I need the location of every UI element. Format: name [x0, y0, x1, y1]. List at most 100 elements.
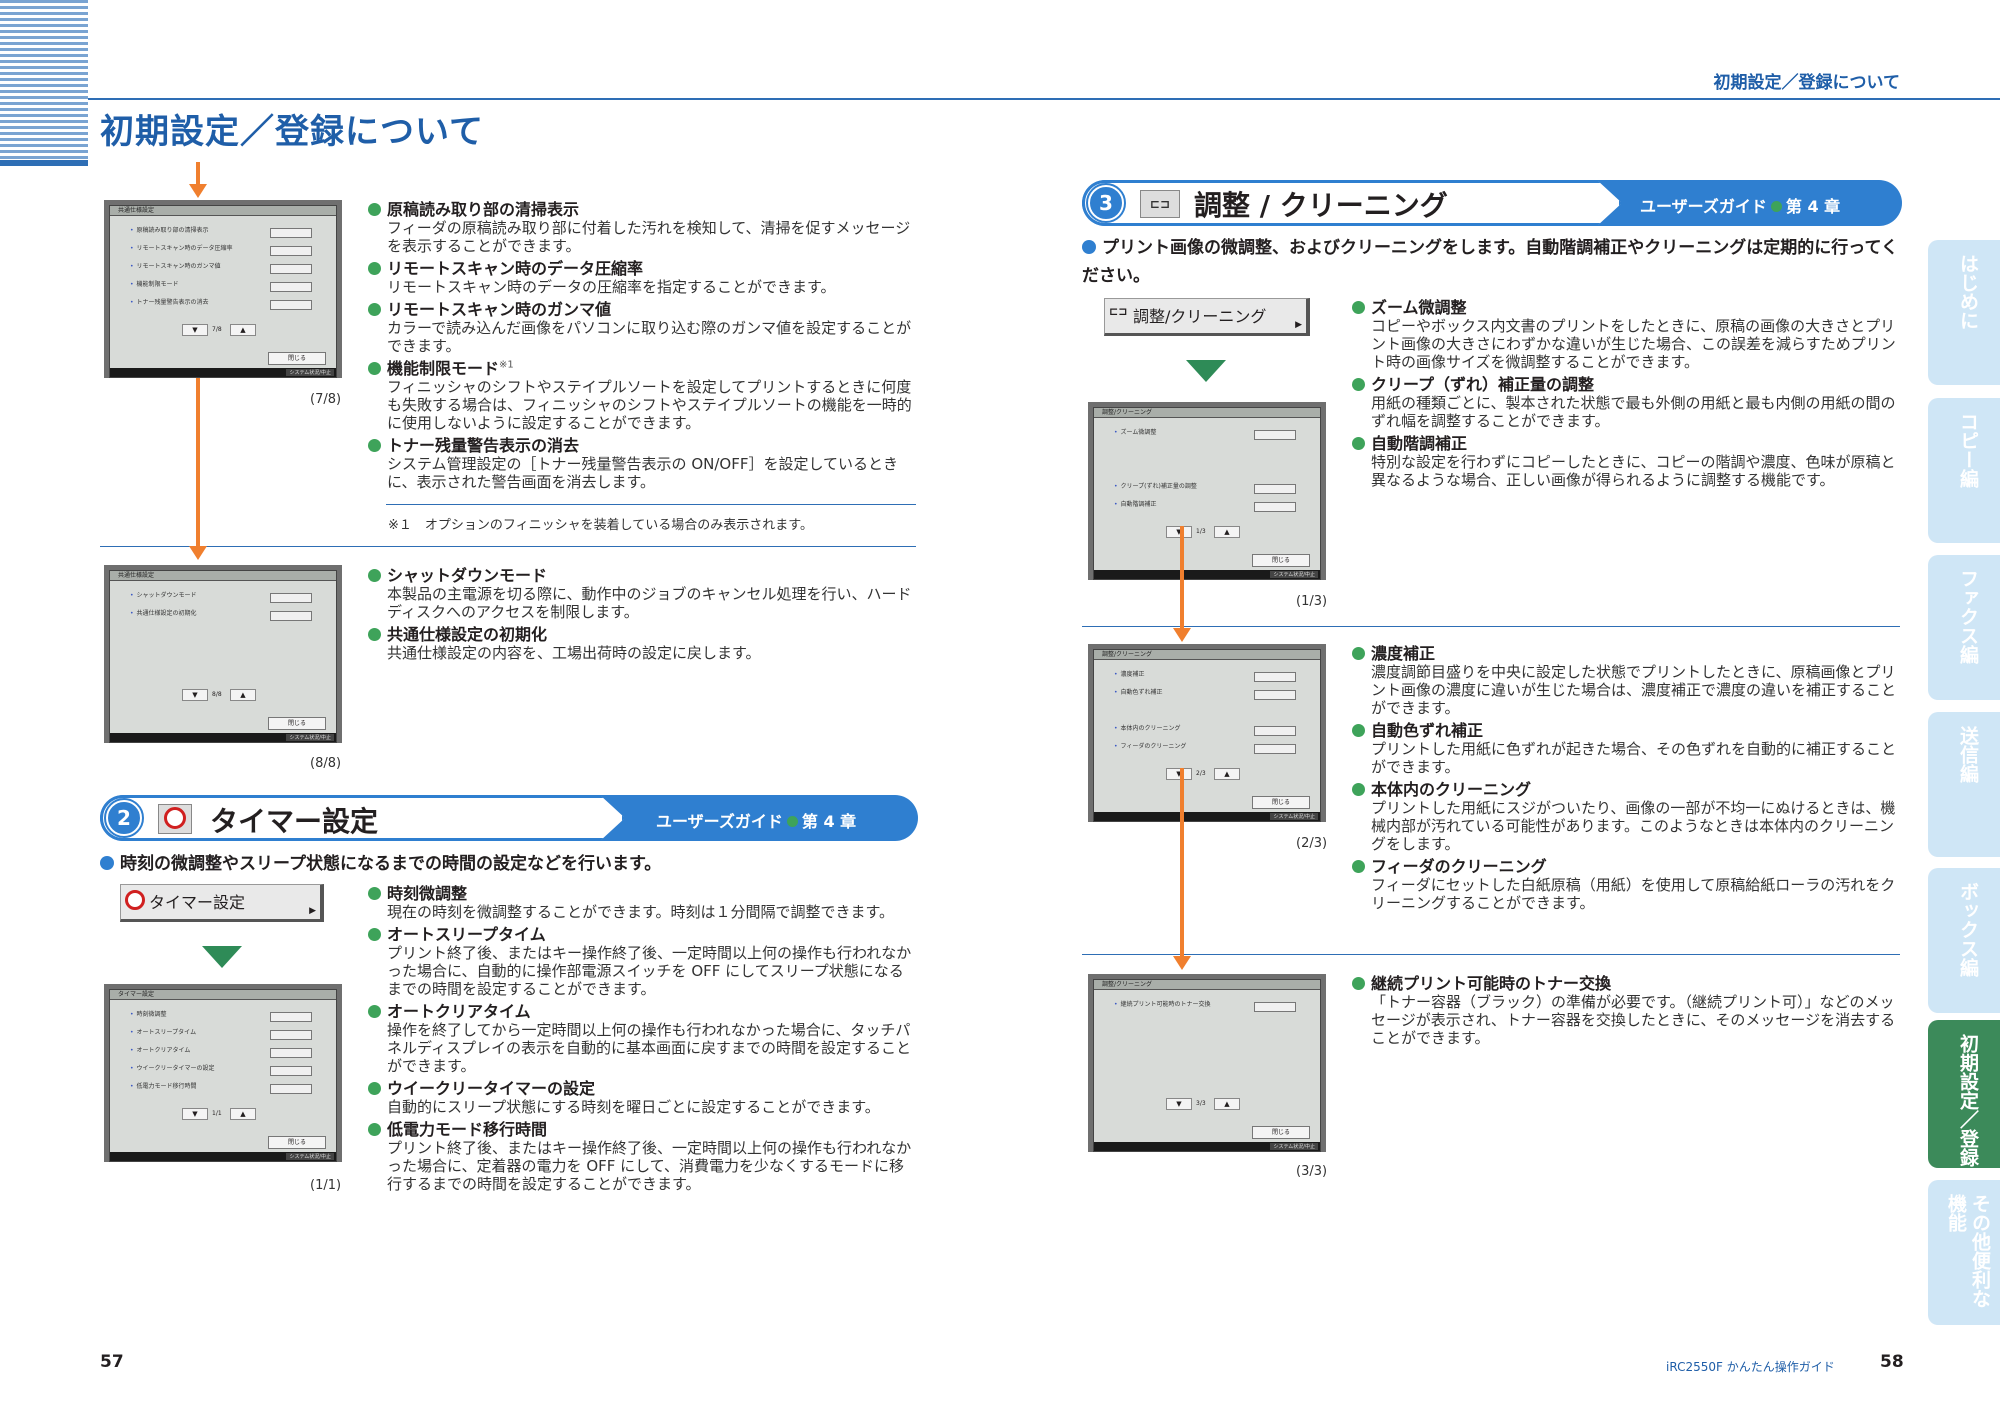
- item-body: プリントした用紙にスジがついたり、画像の一部が不均一にぬけるときは、機械内部が汚…: [1371, 799, 1896, 853]
- screen-value-box: [1254, 744, 1296, 754]
- screen-row: 共通仕様設定の初期化: [130, 609, 197, 619]
- item-title: 低電力モード移行時間: [368, 1120, 916, 1139]
- item-body: フィニッシャのシフトやステイプルソートを設定してプリントするときに何度も失敗する…: [387, 378, 912, 432]
- screen-status-label: システム状況/中止: [1270, 813, 1318, 820]
- clock-icon: [125, 890, 145, 910]
- screen-row: 機能制限モード: [130, 280, 179, 290]
- screen-timer: タイマー設定 時刻微調整 オートスリープタイム オートクリアタイム ウイークリー…: [104, 984, 342, 1162]
- screen-adjust-2: 調整/クリーニング 濃度補正 自動色ずれ補正 本体内のクリーニング フィーダのク…: [1088, 644, 1326, 822]
- orange-arrowhead-r2: [1173, 956, 1191, 970]
- screen-row: クリープ(ずれ)補正量の調整: [1114, 482, 1197, 492]
- screen-adjust-1: 調整/クリーニング ズーム微調整 クリープ(ずれ)補正量の調整 自動階調補正 ▼…: [1088, 402, 1326, 580]
- page-down-button: ▼: [182, 1108, 208, 1120]
- screen-value-box: [270, 246, 312, 256]
- page-up-button: ▲: [230, 689, 256, 701]
- page-up-button: ▲: [1214, 1098, 1240, 1110]
- section2-title: タイマー設定: [210, 805, 379, 838]
- page-number-left: 57: [100, 1352, 124, 1372]
- screen-value-box: [1254, 484, 1296, 494]
- orange-arrow-top: [196, 162, 200, 184]
- page-up-button: ▲: [230, 324, 256, 336]
- screen-page-indicator: 8/8: [212, 691, 222, 698]
- item-body: カラーで読み込んだ画像をパソコンに取り込む際のガンマ値を設定することができます。: [387, 319, 912, 355]
- item-body: 本製品の主電源を切る際に、動作中のジョブのキャンセル処理を行い、ハードディスクへ…: [387, 585, 912, 621]
- screen-common-spec-8: 共通仕様設定 シャットダウンモード 共通仕様設定の初期化 ▼ 8/8 ▲ 閉じる…: [104, 565, 342, 743]
- section3-guide: ユーザーズガイド第 4 章: [1640, 193, 1840, 217]
- header-stripe-base: [0, 160, 88, 166]
- screen-status-bar: システム状況/中止: [1094, 812, 1320, 821]
- tab-label: コピー編: [1957, 412, 1979, 488]
- guide-dot: [786, 816, 798, 827]
- section-divider: [1082, 954, 1900, 955]
- section3-title: 調整 / クリーニング: [1194, 189, 1448, 222]
- section2-number: 2: [104, 798, 144, 838]
- item-footnote-ref: ※1: [499, 359, 514, 371]
- guide-chapter: 第 4 章: [1785, 197, 1841, 216]
- adjust-icon: ⊏⊐: [1109, 305, 1128, 318]
- screen-row: 低電力モード移行時間: [130, 1082, 197, 1092]
- page-number-right: 58: [1880, 1352, 1904, 1372]
- item-title: オートスリープタイム: [368, 925, 916, 944]
- item-body: 現在の時刻を微調整することができます。時刻は１分間隔で調整できます。: [387, 903, 895, 921]
- triangle-right-icon: ▶: [309, 906, 316, 916]
- screen-status-label: システム状況/中止: [286, 369, 334, 376]
- page-up-button: ▲: [1214, 526, 1240, 538]
- item-list-adjust-3: 継続プリント可能時のトナー交換 「トナー容器（ブラック）の準備が必要です。（継続…: [1352, 974, 1900, 1047]
- item-title: オートクリアタイム: [368, 1002, 916, 1021]
- screen-value-box: [270, 300, 312, 310]
- timer-settings-button[interactable]: タイマー設定 ▶: [120, 884, 324, 922]
- orange-arrowhead-mid: [189, 546, 207, 560]
- item-title: リモートスキャン時のガンマ値: [368, 300, 916, 319]
- screen-page-indicator: 1/3: [1196, 528, 1206, 535]
- item-body: プリント終了後、またはキー操作終了後、一定時間以上何の操作も行われなかった場合に…: [387, 944, 912, 998]
- item-body: 「トナー容器（ブラック）の準備が必要です。（継続プリント可）」などのメッセージが…: [1371, 993, 1896, 1047]
- screen-title: 共通仕様設定: [110, 571, 336, 581]
- item-title: フィーダのクリーニング: [1352, 857, 1900, 876]
- side-tab-send[interactable]: 送信編: [1928, 712, 2000, 857]
- side-tab-other[interactable]: その他便利な機能: [1928, 1180, 2000, 1325]
- item-title: トナー残量警告表示の消去: [368, 436, 916, 455]
- screen-title: 調整/クリーニング: [1094, 408, 1320, 418]
- screen-caption: (3/3): [1296, 1164, 1328, 1179]
- screen-row: フィーダのクリーニング: [1114, 742, 1187, 752]
- adjust-cleaning-button[interactable]: ⊏⊐ 調整/クリーニング ▶: [1104, 298, 1310, 336]
- tab-label: その他便利な機能: [1945, 1194, 1991, 1308]
- item-title: 濃度補正: [1352, 644, 1900, 663]
- page-down-button: ▼: [182, 689, 208, 701]
- screen-row: リモートスキャン時のガンマ値: [130, 262, 221, 272]
- item-body: 特別な設定を行わずにコピーしたときに、コピーの階調や濃度、色味が原稿と異なるよう…: [1371, 453, 1896, 489]
- side-tab-intro[interactable]: はじめに: [1928, 240, 2000, 385]
- screen-caption: (1/3): [1296, 594, 1328, 609]
- screen-row: 本体内のクリーニング: [1114, 724, 1181, 734]
- tab-label: ファクス編: [1957, 569, 1979, 664]
- item-body: 操作を終了してから一定時間以上何の操作も行われなかった場合に、タッチパネルディス…: [387, 1021, 911, 1075]
- item-body: 共通仕様設定の内容を、工場出荷時の設定に戻します。: [387, 644, 761, 662]
- section3-lead: プリント画像の微調整、およびクリーニングをします。自動階調補正やクリーニングは定…: [1082, 234, 1902, 290]
- item-title: 時刻微調整: [368, 884, 916, 903]
- clock-icon: [164, 807, 186, 829]
- screen-value-box: [270, 1030, 312, 1040]
- item-title: クリープ（ずれ）補正量の調整: [1352, 375, 1900, 394]
- item-title: 自動階調補正: [1352, 434, 1900, 453]
- item-title: 共通仕様設定の初期化: [368, 625, 916, 644]
- screen-value-box: [270, 1048, 312, 1058]
- screen-status-label: システム状況/中止: [286, 1153, 334, 1160]
- screen-value-box: [1254, 726, 1296, 736]
- item-list-1: 原稿読み取り部の清掃表示 フィーダの原稿読み取り部に付着した汚れを検知して、清掃…: [368, 200, 916, 491]
- side-tab-box[interactable]: ボックス編: [1928, 868, 2000, 1013]
- side-tab-fax[interactable]: ファクス編: [1928, 555, 2000, 700]
- section2-lead: 時刻の微調整やスリープ状態になるまでの時間の設定などを行います。: [100, 850, 920, 878]
- item-body: プリントした用紙に色ずれが起きた場合、その色ずれを自動的に補正することができます…: [1371, 740, 1897, 776]
- screen-close-button: 閉じる: [1252, 1126, 1310, 1139]
- guide-chapter: 第 4 章: [801, 812, 857, 831]
- tab-label: 送信編: [1957, 726, 1979, 783]
- side-tab-copy[interactable]: コピー編: [1928, 398, 2000, 543]
- screen-caption: (8/8): [310, 756, 342, 771]
- guide-label: ユーザーズガイド: [656, 812, 783, 831]
- screen-title: タイマー設定: [110, 990, 336, 1000]
- item-list-timer: 時刻微調整 現在の時刻を微調整することができます。時刻は１分間隔で調整できます。…: [368, 884, 916, 1193]
- side-tab-settings[interactable]: 初期設定／登録: [1928, 1020, 2000, 1168]
- screen-row: 時刻微調整: [130, 1010, 167, 1020]
- screen-row: オートスリープタイム: [130, 1028, 197, 1038]
- page-down-button: ▼: [1166, 1098, 1192, 1110]
